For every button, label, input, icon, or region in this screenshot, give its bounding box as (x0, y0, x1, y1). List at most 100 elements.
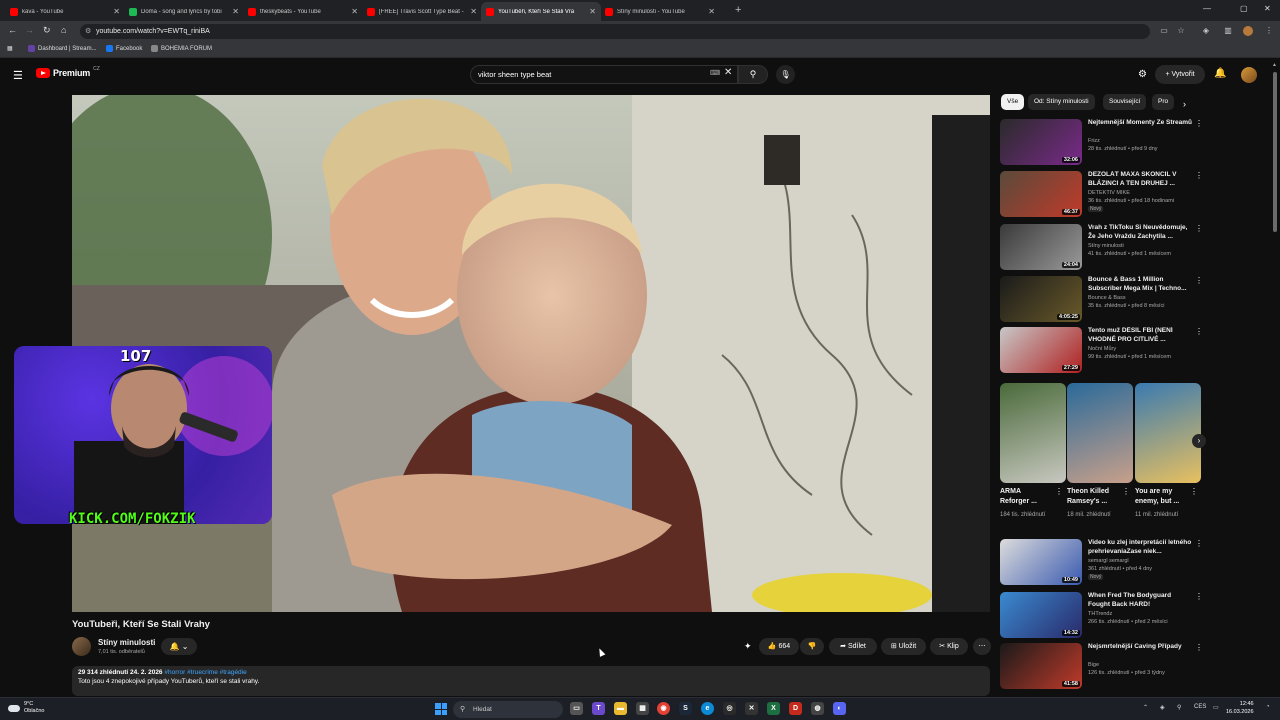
create-button[interactable]: + Vytvořit (1155, 65, 1205, 84)
more-options-icon[interactable]: ⋮ (1195, 592, 1203, 601)
store-icon[interactable]: ▦ (636, 702, 649, 715)
minimize-icon[interactable]: — (1203, 4, 1211, 13)
new-tab-button[interactable]: + (735, 4, 741, 16)
home-icon[interactable]: ⌂ (61, 25, 66, 35)
reload-icon[interactable]: ↻ (43, 25, 51, 36)
video-thumbnail[interactable]: 27:29 (1000, 327, 1082, 373)
youtube-logo[interactable]: Premium CZ (36, 66, 100, 78)
shorts-next-button[interactable]: › (1192, 434, 1206, 448)
browser-tab[interactable]: Stíny minulosti - YouTube ✕ (600, 2, 720, 21)
studio-icon[interactable]: ⚙ (1138, 69, 1147, 80)
recommended-video[interactable]: 4:05:25 Bounce & Bass 1 Million Subscribe… (1000, 276, 1205, 324)
short-title[interactable]: You are my enemy, but ... (1135, 487, 1185, 507)
tab-close-icon[interactable]: ✕ (232, 7, 239, 16)
channel-name[interactable]: Stíny minulosti (98, 638, 155, 647)
excel-icon[interactable]: X (767, 702, 780, 715)
notification-icon[interactable]: ◔ (1266, 704, 1270, 710)
capcut-icon[interactable]: ✕ (745, 702, 758, 715)
video-thumbnail[interactable]: 41:58 (1000, 643, 1082, 689)
teams-icon[interactable]: T (592, 702, 605, 715)
task-view-icon[interactable]: ▭ (570, 702, 583, 715)
recommended-video[interactable]: 24:04 Vrah z TikToku Si Neuvědomuje, Že J… (1000, 224, 1205, 272)
site-info-icon[interactable]: ⚙ (85, 24, 91, 39)
video-thumbnail[interactable]: 10:49 (1000, 539, 1082, 585)
chevron-right-icon[interactable]: › (1183, 99, 1186, 109)
tab-close-icon[interactable]: ✕ (708, 7, 715, 16)
extensions-icon[interactable]: ◈ (1201, 26, 1211, 36)
short-thumbnail[interactable] (1000, 383, 1066, 483)
recommended-channel[interactable]: Frizz (1088, 138, 1100, 144)
steam-icon[interactable]: S (679, 702, 692, 715)
recommended-title[interactable]: When Fred The Bodyguard Fought Back HARD… (1088, 592, 1193, 609)
tab-close-icon[interactable]: ✕ (113, 7, 120, 16)
url-field[interactable]: ⚙ youtube.com/watch?v=EWTq_riniBA (80, 24, 1150, 39)
recommended-title[interactable]: Nejsmrtelnější Caving Případy (1088, 643, 1193, 652)
browser-menu-icon[interactable]: ⋮ (1264, 26, 1274, 36)
recommended-title[interactable]: Video ku zlej interpretácií letného preh… (1088, 539, 1193, 556)
app-red-icon[interactable]: D (789, 702, 802, 715)
recommended-channel[interactable]: THTrendz (1088, 611, 1112, 617)
recommended-channel[interactable]: DETEKTIV MIKE (1088, 190, 1130, 196)
recommended-title[interactable]: DEZOLÁT MAXA SKONČIL V BLÁZINCI A TEN DR… (1088, 171, 1193, 188)
taskbar-search[interactable]: ⚲ Hledat (453, 701, 563, 718)
recommended-video[interactable]: 27:29 Tento muž DĚSIL FBI (NENÍ VHODNÉ PR… (1000, 327, 1205, 375)
recommended-title[interactable]: Nejtemnější Momenty Ze Streamů (1088, 119, 1193, 128)
more-options-icon[interactable]: ⋮ (1195, 643, 1203, 652)
recommended-video[interactable]: 10:49 Video ku zlej interpretácií letného… (1000, 539, 1205, 587)
weather-widget[interactable]: 9°C Oblačno (8, 701, 45, 715)
sidepanel-icon[interactable]: ▥ (1223, 26, 1233, 36)
filter-chip[interactable]: Od: Stíny minulosti (1028, 94, 1095, 110)
search-button[interactable]: ⚲ (738, 65, 768, 84)
recommended-title[interactable]: Tento muž DĚSIL FBI (NENÍ VHODNÉ PRO CIT… (1088, 327, 1193, 344)
recommended-channel[interactable]: Stíny minulosti (1088, 243, 1124, 249)
short-thumbnail[interactable] (1135, 383, 1201, 483)
filter-chip[interactable]: Související (1103, 94, 1147, 110)
subscribed-bell-button[interactable]: 🔔 ⌄ (161, 638, 197, 655)
obs-icon[interactable]: ◍ (811, 702, 824, 715)
scroll-up-icon[interactable]: ▲ (1272, 62, 1277, 68)
description-box[interactable]: 29 314 zhlédnutí 24. 2. 2026 #horror #tr… (72, 666, 990, 696)
tab-close-icon[interactable]: ✕ (470, 7, 477, 16)
save-button[interactable]: ⊞ Uložit (881, 638, 926, 655)
short-title[interactable]: Theon Killed Ramsey's ... (1067, 487, 1117, 507)
recommended-channel[interactable]: Bounce & Bass (1088, 295, 1126, 301)
tray-app2-icon[interactable]: ⚲ (1177, 704, 1181, 711)
short-thumbnail[interactable] (1067, 383, 1133, 483)
apps-grid-icon[interactable]: ▦ (7, 45, 13, 52)
clear-search-icon[interactable]: ✕ (724, 67, 732, 78)
browser-tab[interactable]: theskybeats - YouTube ✕ (243, 2, 363, 21)
window-close-icon[interactable]: ✕ (1264, 4, 1271, 13)
network-icon[interactable]: ▭ (1213, 704, 1219, 711)
recommended-title[interactable]: Bounce & Bass 1 Million Subscriber Mega … (1088, 276, 1193, 293)
back-icon[interactable]: ← (8, 25, 17, 35)
more-options-icon[interactable]: ⋮ (1195, 327, 1203, 336)
discord-icon[interactable]: ◐ (833, 702, 846, 715)
scrollbar-thumb[interactable] (1273, 72, 1277, 232)
more-options-icon[interactable]: ⋮ (1195, 276, 1203, 285)
recommended-channel[interactable]: semargl semargl (1088, 558, 1129, 564)
recommended-channel[interactable]: Noční Můry (1088, 346, 1116, 352)
browser-tab[interactable]: Doma - song and lyrics by tobi ✕ (124, 2, 244, 21)
maximize-icon[interactable]: ▢ (1240, 4, 1248, 13)
forward-icon[interactable]: → (25, 25, 34, 35)
profile-avatar[interactable] (1243, 26, 1253, 36)
channel-avatar[interactable] (72, 637, 91, 656)
magic-icon[interactable]: ✦ (744, 641, 752, 652)
video-thumbnail[interactable]: 14:32 (1000, 592, 1082, 638)
recommended-channel[interactable]: Bige (1088, 662, 1099, 668)
video-thumbnail[interactable]: 4:05:25 (1000, 276, 1082, 322)
filter-chip[interactable]: Vše (1001, 94, 1025, 110)
share-button[interactable]: ➦ Sdílet (829, 638, 877, 655)
more-options-icon[interactable]: ⋮ (1195, 171, 1203, 180)
bookmark-item[interactable]: Facebook (106, 45, 142, 52)
edge-icon[interactable]: e (701, 702, 714, 715)
recommended-video[interactable]: 32:06 Nejtemnější Momenty Ze Streamů Frizz… (1000, 119, 1205, 167)
like-button[interactable]: 👍 664 (759, 638, 799, 655)
keyboard-icon[interactable]: ⌨ (710, 69, 720, 77)
browser-tab[interactable]: YouTuběři, Kteří Se Stali Vra ✕ (481, 2, 601, 21)
more-options-icon[interactable]: ⋮ (1122, 487, 1130, 496)
recommended-video[interactable]: 14:32 When Fred The Bodyguard Fought Back… (1000, 592, 1205, 640)
short-title[interactable]: ARMA Reforger ... (1000, 487, 1050, 507)
account-avatar[interactable] (1241, 67, 1257, 83)
more-actions-button[interactable]: ⋯ (973, 638, 991, 655)
